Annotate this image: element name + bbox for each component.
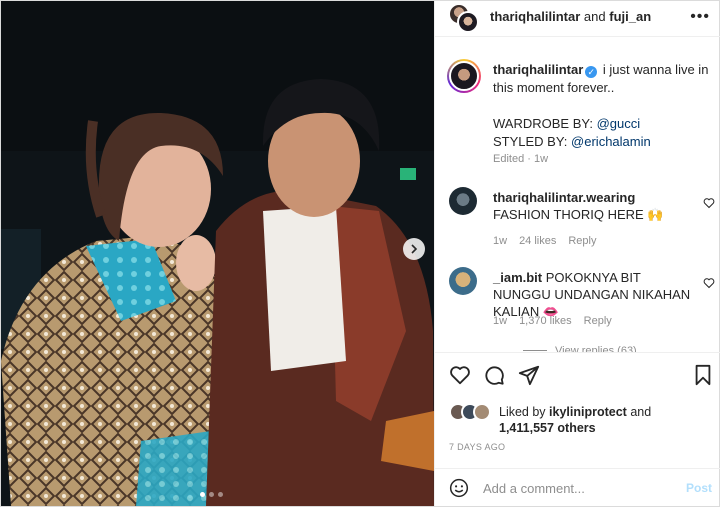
heart-icon[interactable]	[703, 197, 715, 209]
liker-username[interactable]: ikyliniprotect	[549, 405, 627, 419]
mention-link[interactable]: @erichalamin	[571, 134, 651, 149]
wardrobe-label: WARDROBE BY:	[493, 116, 593, 131]
like-heart-icon[interactable]	[449, 364, 471, 386]
edited-label: Edited · 1w	[493, 153, 549, 165]
comment-username[interactable]: _iam.bit	[493, 270, 542, 285]
comment-item: thariqhalilintar.wearing FASHION THORIQ …	[447, 187, 717, 247]
collab-avatars[interactable]	[448, 3, 480, 33]
post-side-panel: thariqhalilintar and fuji_an ••• thariqh…	[434, 1, 720, 506]
carousel-dot	[209, 492, 214, 497]
post-comment-button[interactable]: Post	[686, 481, 712, 495]
reply-button[interactable]: Reply	[584, 315, 612, 327]
view-replies-button[interactable]: View replies (63)	[523, 345, 637, 352]
reply-button[interactable]: Reply	[568, 235, 596, 247]
instagram-post: thariqhalilintar and fuji_an ••• thariqh…	[0, 0, 720, 507]
more-horizontal-icon[interactable]: •••	[690, 8, 710, 26]
comment-meta: 1w 1,370 likes Reply	[493, 315, 612, 327]
comment-text: FASHION THORIQ HERE 🙌	[493, 207, 664, 222]
likes-count[interactable]: 1,411,557 others	[499, 421, 596, 435]
emoji-smile-icon[interactable]	[449, 478, 469, 498]
comment-body: _iam.bit POKOKNYA BIT NUNGGU UNDANGAN NI…	[493, 269, 693, 320]
collab-usernames: thariqhalilintar and fuji_an	[490, 9, 651, 24]
caption-username[interactable]: thariqhalilintar	[493, 62, 583, 77]
avatar[interactable]	[457, 11, 479, 33]
comment-meta: 1w 24 likes Reply	[493, 235, 596, 247]
comment-likes[interactable]: 1,370 likes	[519, 315, 572, 327]
post-date[interactable]: 7 DAYS AGO	[449, 442, 505, 452]
chevron-right-icon	[411, 244, 418, 254]
post-photo	[1, 1, 434, 506]
post-caption: thariqhalilintar ✓ i just wanna live in t…	[493, 61, 715, 151]
verified-badge-icon: ✓	[585, 66, 598, 78]
bookmark-icon[interactable]	[693, 364, 713, 386]
avatar[interactable]	[473, 403, 491, 421]
comment-time: 1w	[493, 315, 508, 327]
heart-icon[interactable]	[703, 277, 715, 289]
comment-input[interactable]	[483, 477, 673, 499]
avatar[interactable]	[447, 59, 481, 93]
joiner-text: and	[583, 9, 606, 24]
carousel-dot-active	[200, 492, 205, 497]
comment-bubble-icon[interactable]	[483, 364, 505, 386]
styled-label: STYLED BY:	[493, 134, 568, 149]
avatar[interactable]	[449, 187, 477, 215]
comment-body: thariqhalilintar.wearing FASHION THORIQ …	[493, 189, 693, 223]
carousel-indicator	[200, 492, 223, 497]
post-media[interactable]	[1, 1, 434, 506]
avatar[interactable]	[449, 267, 477, 295]
add-comment-bar: Post	[435, 468, 720, 506]
liker-avatars[interactable]	[449, 403, 495, 421]
comment-item: _iam.bit POKOKNYA BIT NUNGGU UNDANGAN NI…	[447, 267, 717, 327]
mention-link[interactable]: @gucci	[597, 116, 641, 131]
username-link[interactable]: thariqhalilintar	[490, 9, 580, 24]
post-header: thariqhalilintar and fuji_an •••	[435, 1, 720, 37]
post-actions-bar	[435, 354, 720, 394]
comment-username[interactable]: thariqhalilintar.wearing	[493, 190, 635, 205]
comments-section[interactable]: thariqhalilintar ✓ i just wanna live in t…	[435, 37, 720, 353]
carousel-dot	[218, 492, 223, 497]
comment-likes[interactable]: 24 likes	[519, 235, 556, 247]
comment-time: 1w	[493, 235, 508, 247]
next-slide-button[interactable]	[403, 238, 425, 260]
share-send-icon[interactable]	[518, 364, 540, 386]
liked-by-text: Liked by ikyliniprotect and 1,411,557 ot…	[499, 405, 652, 435]
likes-summary: Liked by ikyliniprotect and 1,411,557 ot…	[449, 399, 709, 435]
username-link[interactable]: fuji_an	[609, 9, 651, 24]
